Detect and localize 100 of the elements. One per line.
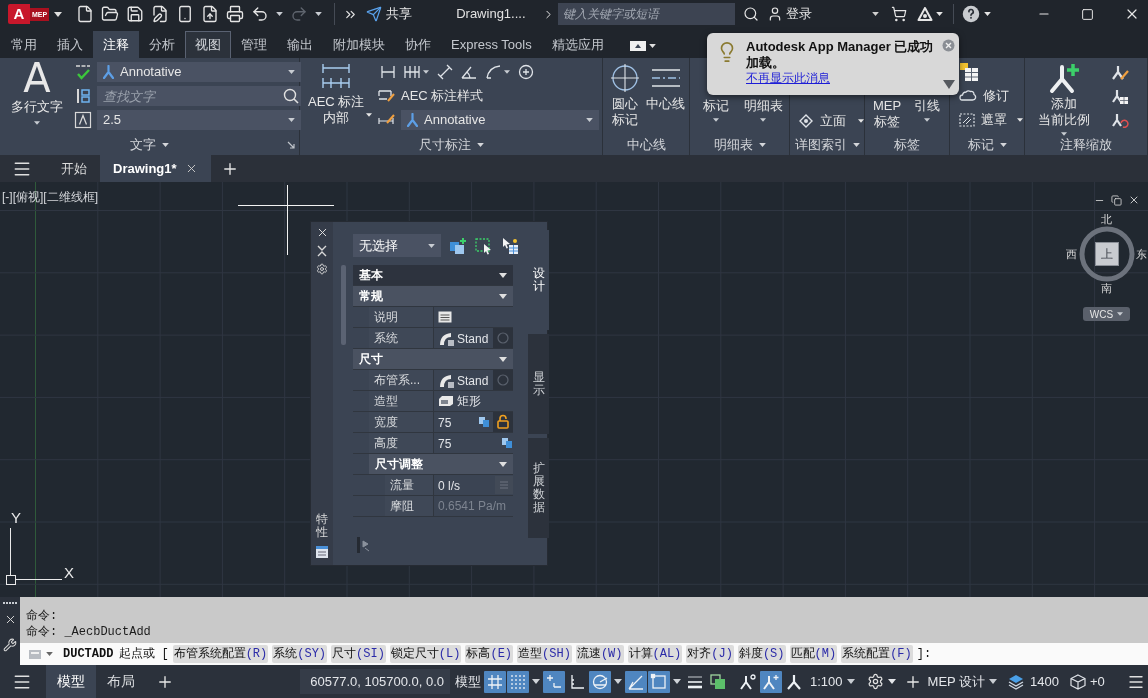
dimension-style-dropdown[interactable]: Annotative xyxy=(401,110,599,130)
restore-icon[interactable] xyxy=(1111,194,1122,206)
search-icon[interactable] xyxy=(281,86,301,106)
caret-icon[interactable] xyxy=(935,12,943,16)
caret-icon[interactable] xyxy=(887,679,896,684)
linear-dimension-icon[interactable] xyxy=(380,64,396,80)
tag-button[interactable]: 标记 xyxy=(702,96,729,122)
square-snap-icon[interactable] xyxy=(648,670,670,693)
ribbon-tab[interactable]: 精选应用 xyxy=(541,31,614,58)
compass-south-label[interactable]: 南 xyxy=(1101,282,1112,294)
compass-east-label[interactable]: 东 xyxy=(1136,248,1147,260)
angular-dimension-icon[interactable] xyxy=(461,64,477,80)
text-height-icon[interactable] xyxy=(74,111,92,129)
aligned-dimension-icon[interactable] xyxy=(437,64,453,80)
app-logo-letter[interactable]: A xyxy=(8,4,30,24)
file-tab[interactable]: 开始 xyxy=(48,155,100,182)
ribbon-tab[interactable]: 分析 xyxy=(139,31,185,58)
search-icon[interactable] xyxy=(742,6,759,22)
ribbon-tab[interactable]: 附加模块 xyxy=(323,31,395,58)
file-tab[interactable]: Drawing1* xyxy=(100,155,211,182)
panel-title[interactable]: 标记 xyxy=(967,134,1007,155)
settings-icon[interactable] xyxy=(866,673,884,690)
new-file-icon[interactable] xyxy=(76,5,95,23)
linked-value-icon[interactable] xyxy=(501,437,513,449)
command-option[interactable]: 系统配置(F) xyxy=(841,645,913,663)
centerline-button[interactable]: 中心线 xyxy=(644,58,687,134)
squares-plus-icon[interactable] xyxy=(449,236,467,255)
annotative-pencil-icon[interactable] xyxy=(1111,64,1129,82)
annotative-refresh-icon[interactable] xyxy=(1111,112,1129,130)
group-header[interactable]: 尺寸 xyxy=(353,349,513,369)
caret-icon[interactable] xyxy=(46,652,53,656)
workspace-dropdown[interactable]: MEP 设计 xyxy=(927,671,998,692)
viewport-control[interactable]: [二维线框] xyxy=(43,188,98,206)
elevation-button[interactable]: 立面 xyxy=(798,111,864,131)
dot-grid-icon[interactable] xyxy=(507,670,529,693)
arc-dimension-icon[interactable] xyxy=(485,64,501,80)
viewport-control[interactable]: [俯视] xyxy=(12,188,44,206)
command-option[interactable]: 锁定尺寸(L) xyxy=(389,645,462,663)
circle-plus-icon[interactable] xyxy=(518,64,534,80)
caret-icon[interactable] xyxy=(315,12,323,16)
viewport-control[interactable]: [-] xyxy=(2,188,13,206)
save-icon[interactable] xyxy=(126,5,145,23)
coordinate-system-dropdown[interactable]: WCS xyxy=(1083,307,1130,321)
compass-ring[interactable] xyxy=(1079,226,1135,282)
caret-icon[interactable] xyxy=(54,11,63,17)
panel-toggle-icon[interactable] xyxy=(629,41,646,51)
cart-icon[interactable] xyxy=(890,6,907,22)
hide-message-link[interactable]: 不再显示此消息 xyxy=(746,71,830,86)
linked-value-icon[interactable] xyxy=(478,416,490,428)
palette-tab[interactable]: 扩展数据 xyxy=(528,438,549,538)
command-option[interactable]: 匹配(M) xyxy=(789,645,838,663)
group-header[interactable]: 常规 xyxy=(353,286,513,306)
panel-title[interactable]: 尺寸标注 xyxy=(418,134,484,155)
caret-icon[interactable] xyxy=(673,679,681,684)
unlocked-padlock-icon[interactable] xyxy=(493,412,513,432)
schedule-button[interactable]: 明细表 xyxy=(743,96,783,122)
dialog-launcher-icon[interactable] xyxy=(287,140,295,149)
viewcube-face[interactable]: 上 xyxy=(1095,242,1119,266)
find-text-icon[interactable] xyxy=(74,87,92,105)
leader-button[interactable]: 引线 xyxy=(914,96,940,122)
angle-icon[interactable] xyxy=(625,670,647,693)
selection-dropdown[interactable]: 无选择 xyxy=(353,234,441,257)
palette-window-icon[interactable] xyxy=(315,545,329,559)
expand-triangle-icon[interactable] xyxy=(942,80,955,89)
add-current-scale-button[interactable]: 添加 当前比例 xyxy=(1033,58,1095,134)
ribbon-tab[interactable]: 注释 xyxy=(93,31,139,58)
panel-title[interactable]: 详图索引 xyxy=(794,134,860,155)
ribbon-tab[interactable]: 常用 xyxy=(1,31,47,58)
caret-icon[interactable] xyxy=(532,679,540,684)
file-upload-icon[interactable] xyxy=(201,5,220,23)
colored-table-icon[interactable] xyxy=(959,62,979,82)
auto-hide-icon[interactable] xyxy=(317,245,327,257)
annotation-scale-dropdown[interactable]: 1:100 xyxy=(810,671,855,692)
text-height-dropdown[interactable]: 2.5 xyxy=(97,110,301,130)
command-option[interactable]: 流速(W) xyxy=(575,645,624,663)
settings-icon[interactable] xyxy=(316,263,328,275)
find-text-field[interactable]: 查找文字 xyxy=(97,86,281,106)
command-option[interactable]: 计算(AL) xyxy=(627,645,683,663)
ribbon-tab[interactable]: 视图 xyxy=(185,31,231,58)
share-button[interactable]: 共享 xyxy=(366,4,413,24)
group-header[interactable]: 尺寸调整 xyxy=(369,454,513,474)
plus-corner-icon[interactable] xyxy=(543,670,565,693)
center-mark-button[interactable]: 圆心 标记 xyxy=(605,58,644,134)
close-icon[interactable] xyxy=(1128,194,1140,206)
grip-dots-icon[interactable] xyxy=(2,601,18,605)
search-field[interactable]: 键入关键字或短语 xyxy=(557,3,735,25)
continue-dimension-icon[interactable] xyxy=(404,64,420,80)
aec-dimension-style-button[interactable]: AEC 标注样式 xyxy=(378,86,484,106)
lines-tile-icon[interactable] xyxy=(495,476,513,494)
caret-icon[interactable] xyxy=(504,70,510,74)
open-folder-icon[interactable] xyxy=(101,5,120,23)
multiline-text-button[interactable]: A 多行文字 xyxy=(0,58,74,134)
caret-icon[interactable] xyxy=(614,679,622,684)
command-option[interactable]: 系统(SY) xyxy=(272,645,328,663)
coordinates-readout[interactable]: 60577.0, 105700.0, 0.0 xyxy=(300,669,450,694)
file-pen-icon[interactable] xyxy=(151,5,170,23)
caret-icon[interactable] xyxy=(648,44,656,48)
ribbon-tab[interactable]: 输出 xyxy=(277,31,323,58)
print-icon[interactable] xyxy=(226,5,245,23)
palette-tab[interactable]: 显示 xyxy=(528,334,549,434)
